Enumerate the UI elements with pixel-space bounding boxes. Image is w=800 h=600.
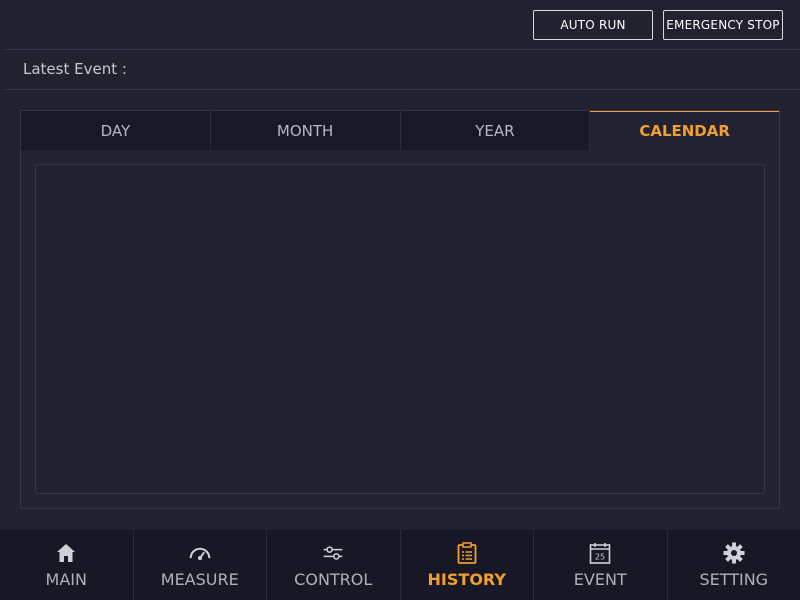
history-screen: AUTO RUN EMERGENCY STOP Latest Event : D… xyxy=(0,0,800,600)
calendar-content-area xyxy=(35,164,765,494)
nav-main[interactable]: MAIN xyxy=(0,530,134,600)
tab-year[interactable]: YEAR xyxy=(400,111,591,150)
gear-icon xyxy=(723,542,745,564)
home-icon xyxy=(55,542,77,564)
latest-event-row: Latest Event : xyxy=(0,50,800,90)
tab-calendar[interactable]: CALENDAR xyxy=(590,111,779,150)
nav-setting[interactable]: SETTING xyxy=(668,530,800,600)
history-tabs: DAY MONTH YEAR CALENDAR xyxy=(21,111,779,150)
emergency-stop-button[interactable]: EMERGENCY STOP xyxy=(663,10,783,40)
nav-control[interactable]: CONTROL xyxy=(267,530,401,600)
calendar-icon: 25 xyxy=(589,542,611,564)
nav-main-label: MAIN xyxy=(45,570,87,589)
top-bar: AUTO RUN EMERGENCY STOP xyxy=(0,0,800,50)
history-panel: DAY MONTH YEAR CALENDAR xyxy=(20,110,780,509)
clipboard-list-icon xyxy=(456,542,478,564)
nav-history[interactable]: HISTORY xyxy=(401,530,534,600)
calendar-icon-day: 25 xyxy=(595,553,605,562)
event-divider xyxy=(4,89,800,90)
nav-control-label: CONTROL xyxy=(294,570,373,589)
bottom-navigation: MAIN MEASURE CONTROL HISTORY 25 EVENT SE… xyxy=(0,530,800,600)
nav-event-label: EVENT xyxy=(573,570,627,589)
latest-event-label: Latest Event : xyxy=(23,60,127,78)
nav-measure-label: MEASURE xyxy=(160,570,239,589)
nav-history-label: HISTORY xyxy=(427,570,506,589)
nav-event[interactable]: 25 EVENT xyxy=(534,530,668,600)
tab-month[interactable]: MONTH xyxy=(210,111,401,150)
sliders-icon xyxy=(322,542,344,564)
auto-run-button[interactable]: AUTO RUN xyxy=(533,10,653,40)
tab-day[interactable]: DAY xyxy=(21,111,211,150)
nav-setting-label: SETTING xyxy=(699,570,769,589)
nav-measure[interactable]: MEASURE xyxy=(134,530,267,600)
gauge-icon xyxy=(189,542,211,564)
